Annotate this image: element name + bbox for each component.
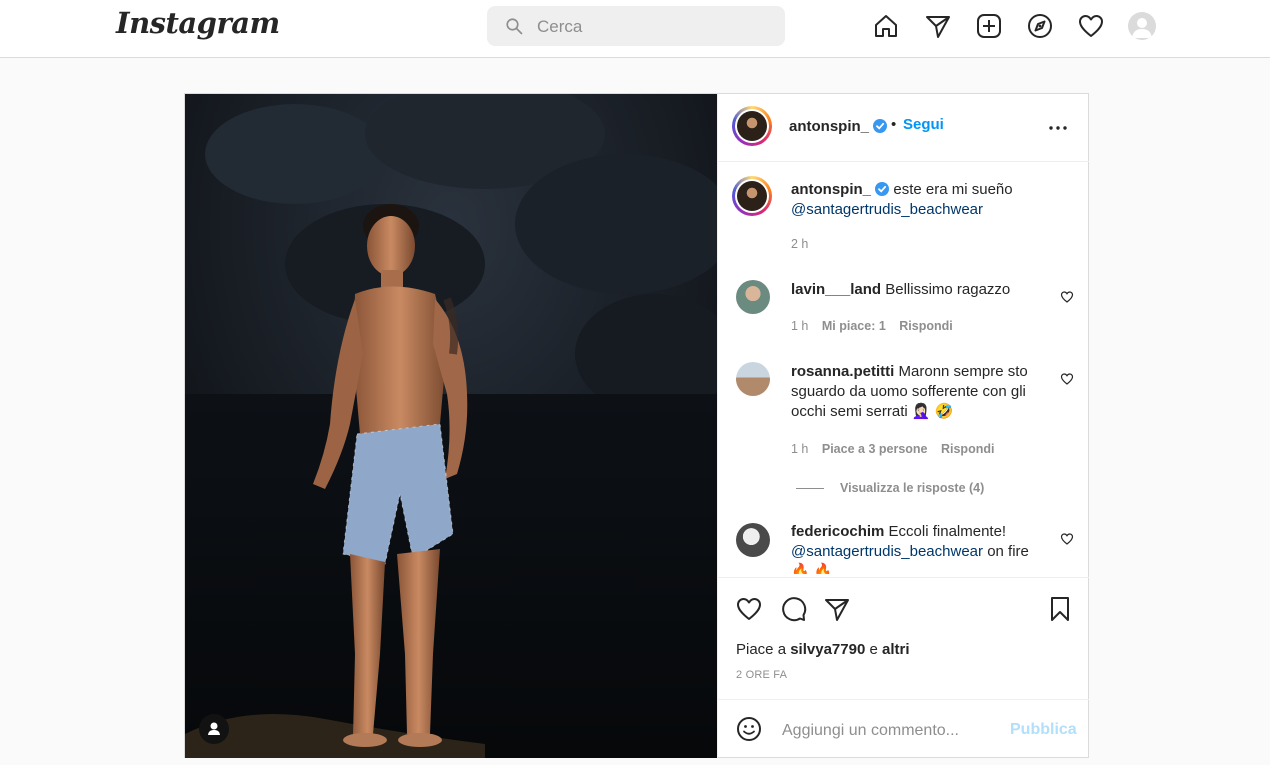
- comment-time: 1 h: [791, 319, 809, 333]
- caption-username[interactable]: antonspin_: [791, 181, 871, 198]
- add-comment-input[interactable]: [780, 718, 1004, 744]
- verified-badge-icon: [873, 119, 888, 133]
- reply-button[interactable]: Rispondi: [941, 442, 994, 456]
- search-icon: [506, 18, 523, 35]
- top-navigation-bar: Instagram: [0, 0, 1270, 58]
- likes-others-link[interactable]: altri: [882, 641, 910, 658]
- caption: antonspin_ este era mi sueño @santagertr…: [791, 180, 1076, 220]
- commenter-avatar[interactable]: [736, 523, 770, 557]
- likes-summary: Piace a silvya7790 e altri: [736, 641, 910, 658]
- reply-button[interactable]: Rispondi: [899, 319, 952, 333]
- comment-like-heart-icon[interactable]: [1060, 532, 1074, 546]
- comment-emoji: 🔥 🔥: [791, 563, 833, 574]
- profile-avatar[interactable]: [1128, 12, 1156, 40]
- search-input[interactable]: [535, 14, 769, 40]
- comment-like-heart-icon[interactable]: [1060, 372, 1074, 386]
- comment-username[interactable]: lavin___land: [791, 281, 881, 298]
- likes-and: e: [869, 641, 878, 658]
- comment-1-meta: 1 h Mi piace: 1 Rispondi: [791, 319, 953, 333]
- commenter-avatar[interactable]: [736, 362, 770, 396]
- comment-text: Eccoli finalmente!: [888, 523, 1007, 540]
- tagged-users-button[interactable]: [199, 714, 229, 744]
- comment-text-after: on fire: [987, 543, 1029, 560]
- comment-2: rosanna.petitti Maronn sempre sto sguard…: [791, 362, 1046, 422]
- new-post-icon[interactable]: [975, 12, 1003, 40]
- caption-mention-link[interactable]: @santagertrudis_beachwear: [791, 201, 983, 218]
- comment-2-meta: 1 h Piace a 3 persone Rispondi: [791, 442, 994, 456]
- caption-text: este era mi sueño: [893, 181, 1013, 198]
- comment-like-heart-icon[interactable]: [1060, 290, 1074, 304]
- user-icon: [208, 722, 220, 735]
- post-sidebar: antonspin_ • Segui antonspin_ este era m…: [717, 94, 1089, 758]
- follow-button[interactable]: Segui: [903, 116, 944, 133]
- view-replies-label: Visualizza le risposte (4): [840, 481, 985, 495]
- comment-mention-link[interactable]: @santagertrudis_beachwear: [791, 543, 983, 560]
- comment-bubble-icon[interactable]: [779, 595, 807, 623]
- replies-line: [796, 488, 824, 490]
- comment-username[interactable]: rosanna.petitti: [791, 363, 894, 380]
- post-timestamp: 2 ORE FA: [736, 669, 788, 681]
- comment-username[interactable]: federicochim: [791, 523, 884, 540]
- activity-heart-icon[interactable]: [1077, 12, 1105, 40]
- view-replies-button[interactable]: Visualizza le risposte (4): [796, 481, 984, 495]
- more-options-icon[interactable]: [1046, 116, 1070, 140]
- publish-button[interactable]: Pubblica: [1010, 721, 1077, 739]
- caption-author-avatar[interactable]: [732, 176, 772, 216]
- likes-user-link[interactable]: silvya7790: [790, 641, 865, 658]
- post-image[interactable]: [185, 94, 717, 758]
- commenter-avatar[interactable]: [736, 280, 770, 314]
- comment-1: lavin___land Bellissimo ragazzo: [791, 280, 1046, 300]
- actions-divider: [718, 577, 1089, 578]
- author-username[interactable]: antonspin_: [789, 118, 869, 135]
- direct-message-icon[interactable]: [924, 12, 952, 40]
- comment-box-divider: [718, 699, 1089, 700]
- instagram-logo[interactable]: Instagram: [116, 6, 280, 40]
- comment-text: Bellissimo ragazzo: [885, 281, 1011, 298]
- post-photo-illustration: [185, 94, 717, 758]
- header-separator: •: [891, 116, 897, 133]
- post-card: antonspin_ • Segui antonspin_ este era m…: [184, 93, 1089, 758]
- like-heart-icon[interactable]: [735, 595, 763, 623]
- caption-time: 2 h: [791, 237, 809, 251]
- verified-badge-icon: [875, 182, 890, 196]
- search-box[interactable]: [487, 6, 785, 46]
- header-divider: [718, 161, 1089, 162]
- comment-likes-link[interactable]: Mi piace: 1: [822, 319, 886, 333]
- comment-time: 1 h: [791, 442, 809, 456]
- emoji-icon[interactable]: [736, 716, 762, 742]
- home-icon[interactable]: [872, 12, 900, 40]
- share-icon[interactable]: [823, 595, 851, 623]
- comment-likes-link[interactable]: Piace a 3 persone: [822, 442, 928, 456]
- author-header: antonspin_: [789, 118, 888, 135]
- comment-3: federicochim Eccoli finalmente! @santage…: [791, 522, 1046, 574]
- save-bookmark-icon[interactable]: [1046, 595, 1074, 623]
- author-avatar[interactable]: [732, 106, 772, 146]
- likes-prefix: Piace a: [736, 641, 787, 658]
- explore-icon[interactable]: [1026, 12, 1054, 40]
